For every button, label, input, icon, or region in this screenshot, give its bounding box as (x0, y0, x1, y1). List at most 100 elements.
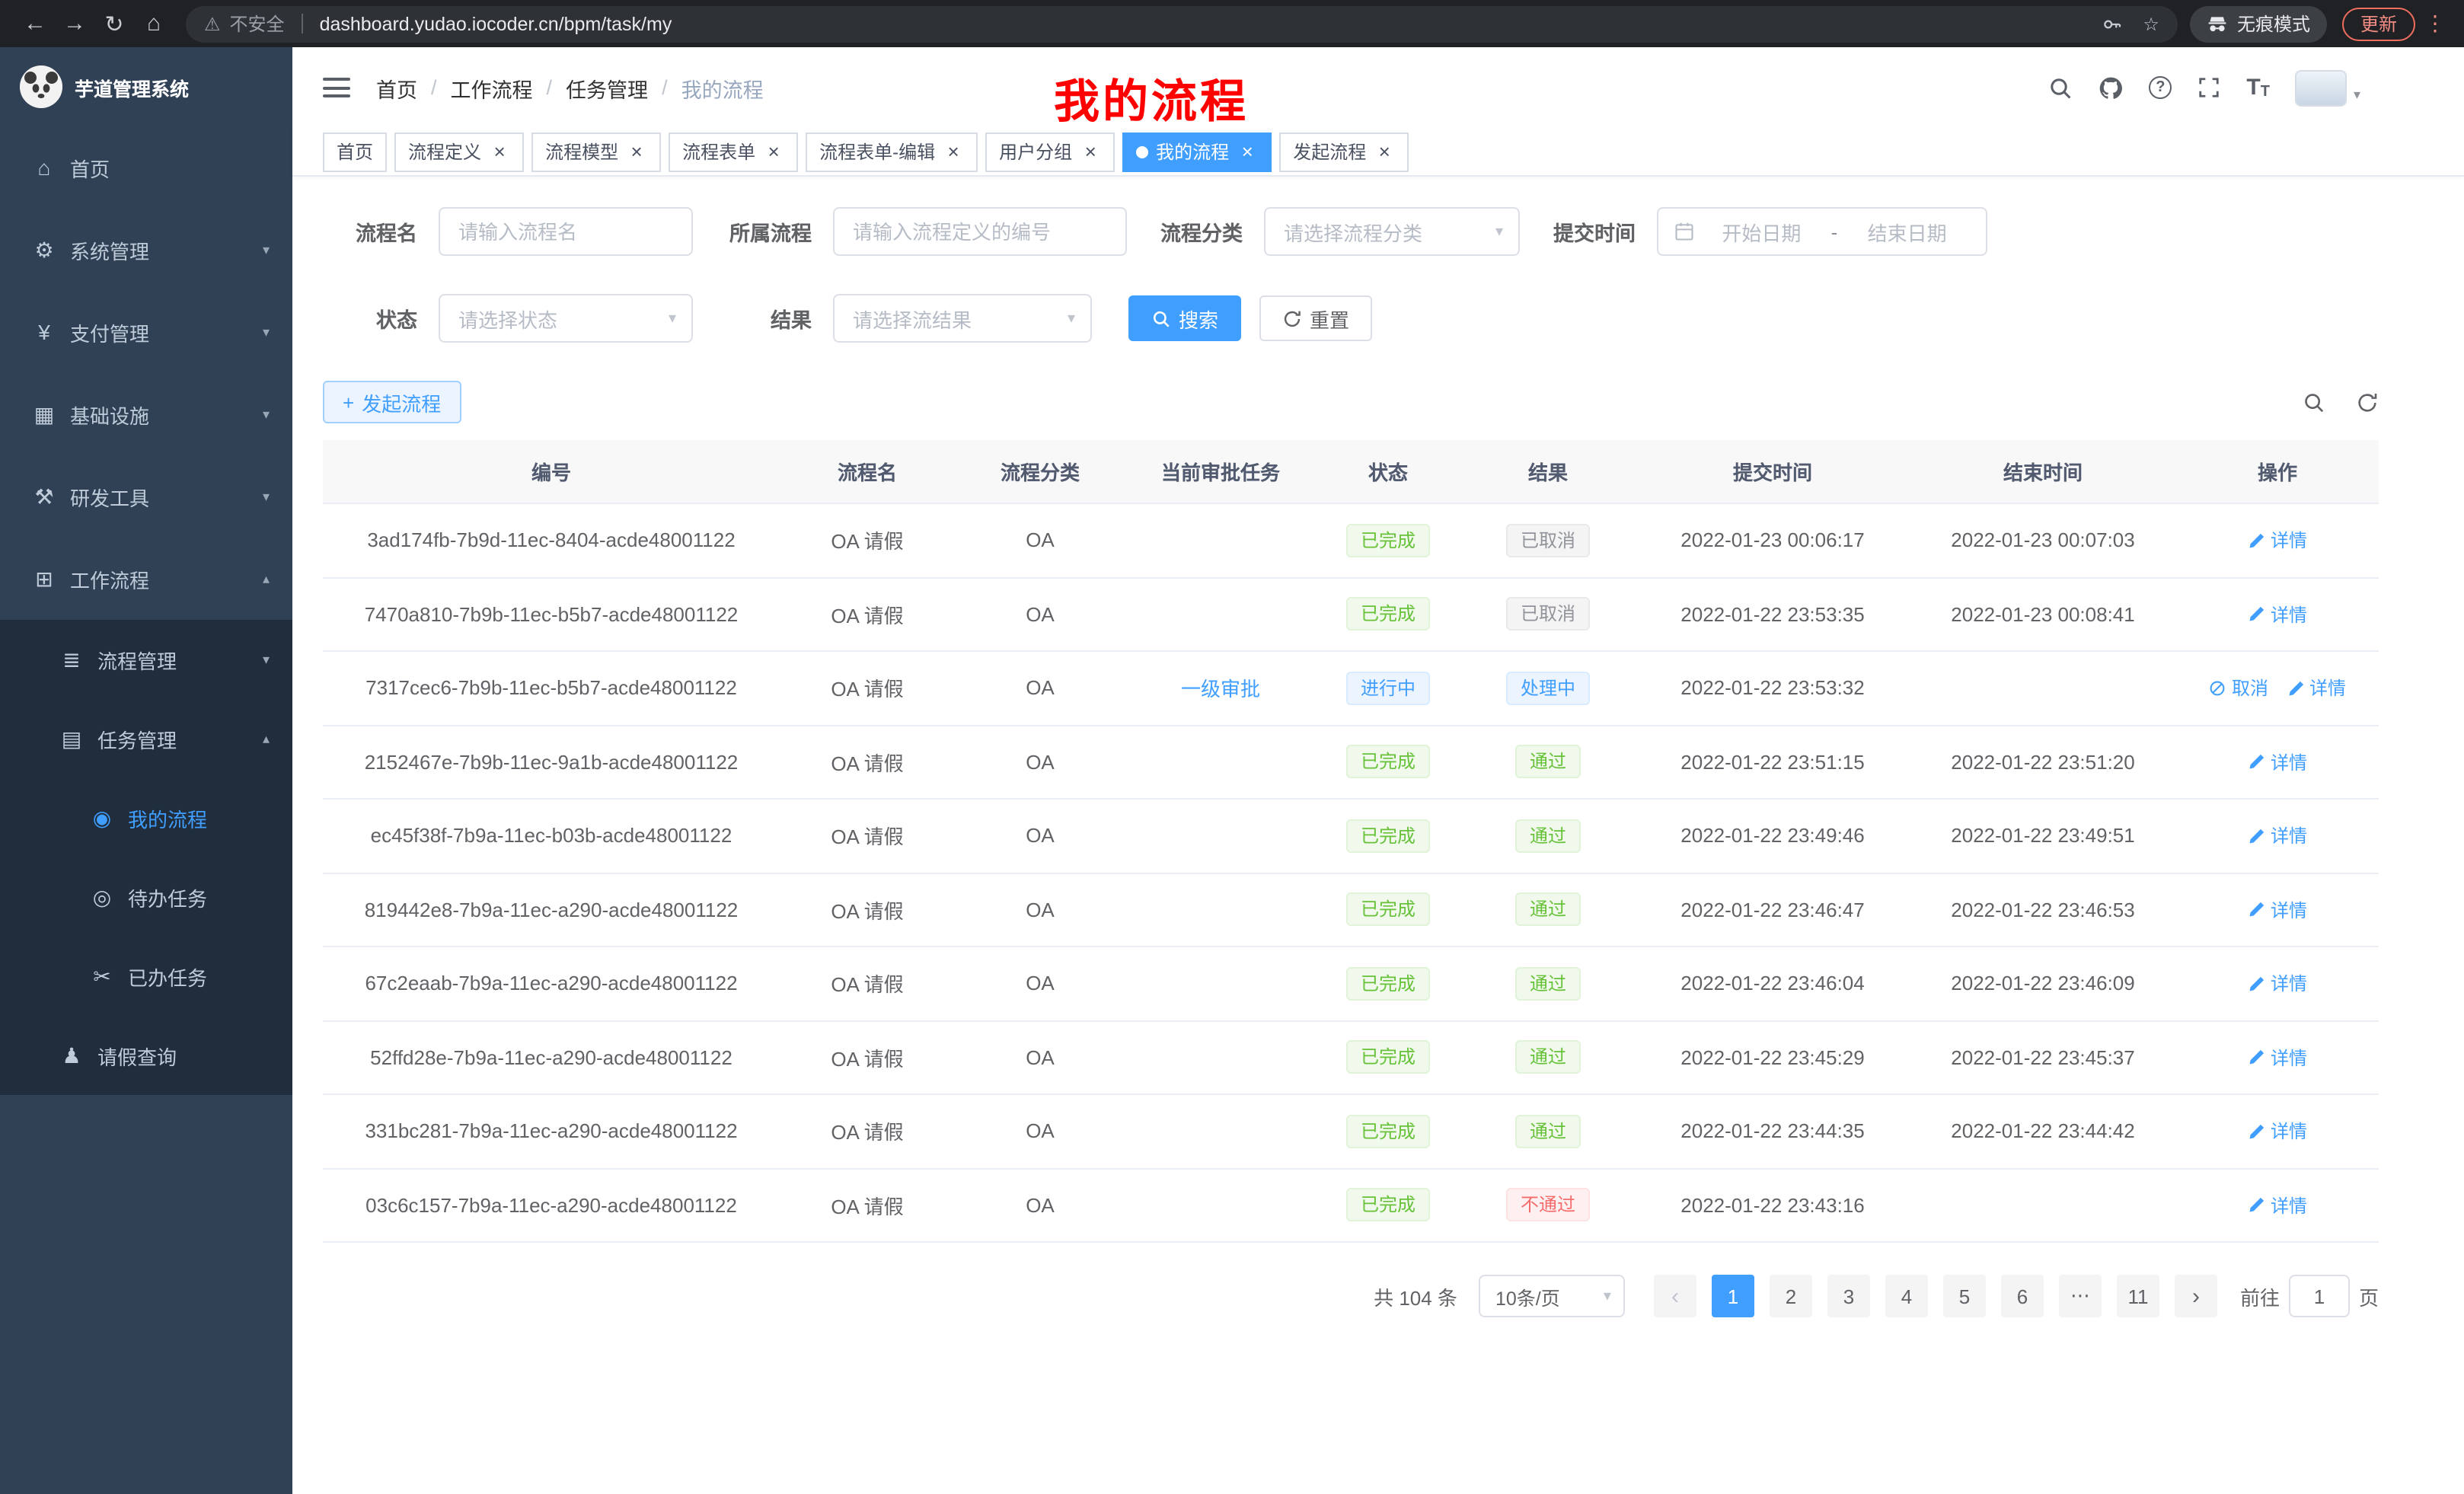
sidebar-item-workflow[interactable]: ⊞工作流程▴ (0, 538, 292, 620)
search-icon[interactable] (2048, 75, 2073, 100)
tab-my-process[interactable]: 我的流程× (1122, 132, 1272, 171)
page-button-11[interactable]: 11 (2117, 1275, 2159, 1317)
key-icon[interactable] (2102, 13, 2123, 34)
tab-user-group[interactable]: 用户分组× (985, 132, 1115, 171)
status-tag: 已完成 (1347, 745, 1429, 779)
sidebar-item-my-process[interactable]: ◉我的流程 (0, 778, 292, 857)
page-size-select[interactable]: 10条/页 ▾ (1479, 1275, 1625, 1317)
result-select[interactable]: 请选择流结果 ▾ (833, 294, 1092, 343)
tab-process-definition[interactable]: 流程定义× (394, 132, 524, 171)
cell-result: 通过 (1460, 1115, 1636, 1148)
action-detail-link[interactable]: 详情 (2248, 896, 2307, 922)
sidebar-item-devtools[interactable]: ⚒研发工具▾ (0, 455, 292, 538)
user-menu[interactable]: ▾ (2296, 69, 2360, 106)
update-button[interactable]: 更新 (2342, 7, 2415, 40)
sidebar-item-home[interactable]: ⌂首页 (0, 126, 292, 209)
tab-home[interactable]: 首页 (323, 132, 387, 171)
page-more-button[interactable]: ⋯ (2059, 1275, 2102, 1317)
cell-end-time: 2022-01-22 23:46:09 (1910, 972, 2176, 995)
page-button-5[interactable]: 5 (1943, 1275, 1986, 1317)
cell-actions: 详情 (2176, 1118, 2379, 1144)
browser-back-button[interactable]: ← (15, 4, 55, 43)
create-process-button[interactable]: + 发起流程 (323, 381, 461, 423)
page-button-2[interactable]: 2 (1770, 1275, 1812, 1317)
browser-reload-button[interactable]: ↻ (94, 4, 134, 43)
tab-start-process[interactable]: 发起流程× (1279, 132, 1409, 171)
cell-result: 通过 (1460, 893, 1636, 927)
action-detail-link[interactable]: 详情 (2248, 749, 2307, 774)
help-icon[interactable]: ? (2149, 76, 2172, 99)
tab-close-icon[interactable]: × (763, 141, 784, 162)
hamburger-icon[interactable] (323, 78, 350, 97)
action-detail-link[interactable]: 详情 (2248, 1192, 2307, 1218)
category-select[interactable]: 请选择流程分类 ▾ (1264, 207, 1520, 256)
bookmark-star-icon[interactable]: ☆ (2143, 13, 2159, 34)
sidebar-item-payment-manage[interactable]: ¥支付管理▾ (0, 291, 292, 373)
action-detail-link[interactable]: 详情 (2248, 1118, 2307, 1144)
owner-process-input[interactable] (833, 207, 1127, 256)
action-detail-link[interactable]: 详情 (2248, 527, 2307, 553)
tab-process-form-edit[interactable]: 流程表单-编辑× (806, 132, 978, 171)
column-header: 结果 (1460, 457, 1636, 486)
cell-submit-time: 2022-01-22 23:49:46 (1636, 825, 1910, 848)
prev-page-button[interactable]: ‹ (1654, 1275, 1696, 1317)
goto-page-input[interactable] (2289, 1275, 2350, 1317)
action-cancel-link[interactable]: 取消 (2209, 675, 2268, 701)
table-row: 67c2eaab-7b9a-11ec-a290-acde48001122OA 请… (323, 947, 2379, 1021)
column-header: 状态 (1316, 457, 1460, 486)
browser-menu-icon[interactable]: ⋮ (2421, 11, 2449, 37)
page-button-4[interactable]: 4 (1885, 1275, 1928, 1317)
reset-button-label: 重置 (1310, 304, 1349, 333)
browser-forward-button[interactable]: → (55, 4, 94, 43)
reset-button[interactable]: 重置 (1259, 295, 1372, 341)
action-detail-link[interactable]: 详情 (2248, 822, 2307, 848)
sidebar-item-todo-tasks[interactable]: ◎待办任务 (0, 857, 292, 937)
date-separator: - (1825, 220, 1844, 243)
cell-end-time: 2022-01-22 23:46:53 (1910, 899, 2176, 921)
tab-close-icon[interactable]: × (626, 141, 647, 162)
action-detail-link[interactable]: 详情 (2248, 1044, 2307, 1070)
browser-home-button[interactable]: ⌂ (134, 4, 174, 43)
sidebar-item-done-tasks[interactable]: ✂已办任务 (0, 937, 292, 1016)
sidebar-item-leave-query[interactable]: ♟请假查询 (0, 1016, 292, 1095)
action-detail-link[interactable]: 详情 (2287, 675, 2346, 701)
sidebar-item-system-manage[interactable]: ⚙系统管理▾ (0, 209, 292, 291)
search-button[interactable]: 搜索 (1128, 295, 1241, 341)
toggle-search-icon[interactable] (2303, 391, 2325, 413)
sidebar-item-task-manage[interactable]: ▤任务管理▴ (0, 699, 292, 778)
process-name-input[interactable] (439, 207, 693, 256)
breadcrumb-item: 我的流程 (681, 72, 764, 103)
current-task-link[interactable]: 一级审批 (1181, 678, 1260, 701)
tab-close-icon[interactable]: × (489, 141, 510, 162)
action-detail-link[interactable]: 详情 (2248, 601, 2307, 627)
tab-process-form[interactable]: 流程表单× (669, 132, 798, 171)
chevron-down-icon: ▾ (1068, 310, 1075, 327)
font-size-icon[interactable]: TT (2246, 75, 2270, 101)
address-bar[interactable]: ⚠ 不安全 dashboard.yudao.iocoder.cn/bpm/tas… (186, 5, 2178, 42)
status-placeholder: 请选择状态 (458, 304, 557, 333)
breadcrumb-item[interactable]: 工作流程 (451, 72, 533, 103)
tab-close-icon[interactable]: × (1080, 141, 1101, 162)
fullscreen-icon[interactable] (2197, 76, 2220, 99)
status-select[interactable]: 请选择状态 ▾ (439, 294, 693, 343)
breadcrumb-item[interactable]: 首页 (376, 72, 417, 103)
refresh-table-icon[interactable] (2356, 391, 2379, 413)
submit-time-range[interactable]: 开始日期 - 结束日期 (1657, 207, 1987, 256)
next-page-button[interactable]: › (2175, 1275, 2217, 1317)
tab-close-icon[interactable]: × (1374, 141, 1395, 162)
app-logo[interactable]: 芋道管理系统 (0, 47, 292, 126)
action-detail-link[interactable]: 详情 (2248, 970, 2307, 996)
page-button-3[interactable]: 3 (1827, 1275, 1870, 1317)
sidebar-item-process-manage[interactable]: ≣流程管理▾ (0, 620, 292, 699)
page-button-6[interactable]: 6 (2001, 1275, 2044, 1317)
tab-close-icon[interactable]: × (943, 141, 964, 162)
tab-close-icon[interactable]: × (1237, 141, 1258, 162)
breadcrumb-item[interactable]: 任务管理 (566, 72, 648, 103)
page-button-1[interactable]: 1 (1712, 1275, 1754, 1317)
tab-process-model[interactable]: 流程模型× (531, 132, 661, 171)
sidebar-item-infrastructure[interactable]: ▦基础设施▾ (0, 373, 292, 455)
cell-current-task: 一级审批 (1125, 674, 1316, 703)
cell-actions: 详情 (2176, 749, 2379, 775)
cell-id: 7470a810-7b9b-11ec-b5b7-acde48001122 (323, 603, 780, 626)
github-icon[interactable] (2099, 75, 2123, 100)
